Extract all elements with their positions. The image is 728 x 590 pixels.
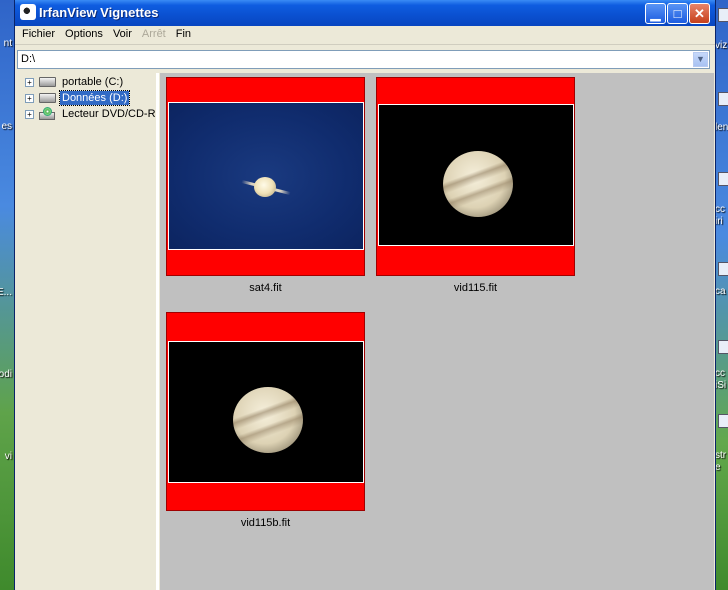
desktop-icon-label[interactable]: cc — [715, 204, 725, 215]
desktop-icon-label[interactable]: iSi — [715, 380, 726, 391]
path-value[interactable]: D:\ — [21, 53, 35, 65]
window-title: IrfanView Vignettes — [39, 5, 159, 20]
desktop-icon-label[interactable]: odi — [0, 369, 12, 380]
tree-item-label[interactable]: Données (D:) — [58, 90, 131, 106]
desktop-file-icon[interactable] — [718, 340, 728, 354]
expand-icon[interactable]: + — [25, 110, 34, 119]
tree-item-label[interactable]: Lecteur DVD/CD-RW — [60, 107, 155, 121]
desktop-right-edge: viz len cc iri ca cc iSi str e — [714, 0, 728, 590]
desktop-icon-label[interactable]: nt — [4, 38, 12, 49]
dvd-drive-icon — [39, 107, 55, 120]
hard-drive-icon — [39, 77, 56, 87]
thumbnail-frame[interactable] — [376, 77, 575, 276]
desktop-file-icon[interactable] — [718, 92, 728, 106]
irfanview-thumbnails-window: IrfanView Vignettes ▁ □ ✕ Fichier Options… — [14, 0, 716, 590]
desktop-file-icon[interactable] — [718, 8, 728, 22]
menu-fichier[interactable]: Fichier — [17, 27, 60, 41]
menu-options[interactable]: Options — [60, 27, 108, 41]
tree-item-donnees-d[interactable]: + Données (D:) — [21, 90, 155, 106]
minimize-button[interactable]: ▁ — [645, 3, 666, 24]
path-combobox[interactable]: D:\ ▼ — [17, 50, 710, 69]
jupiter-planet — [233, 387, 303, 453]
pane-splitter[interactable] — [155, 73, 159, 590]
desktop-file-icon[interactable] — [718, 172, 728, 186]
desktop-icon-label[interactable]: str — [715, 450, 726, 461]
expand-icon[interactable]: + — [25, 78, 34, 87]
jupiter-planet — [443, 151, 513, 217]
desktop-icon-label[interactable]: es — [1, 121, 12, 132]
thumbnail-image-jupiter[interactable] — [378, 104, 574, 246]
minimize-icon: ▁ — [650, 6, 661, 21]
desktop-icon-label[interactable]: viz — [715, 40, 727, 51]
desktop-file-icon[interactable] — [718, 262, 728, 276]
thumbnail-filename: sat4.fit — [249, 282, 282, 294]
desktop-icon-label[interactable]: cc — [715, 368, 725, 379]
thumbnail-filename: vid115.fit — [453, 282, 498, 294]
desktop-icon-label[interactable]: iri — [715, 216, 723, 227]
thumbnail-filename: vid115b.fit — [240, 517, 291, 529]
tree-item-label[interactable]: portable (C:) — [60, 75, 125, 89]
desktop-icon-label[interactable]: len — [715, 122, 728, 133]
maximize-icon: □ — [673, 6, 682, 21]
folder-tree[interactable]: + portable (C:) + Données (D:) + Lecteur… — [17, 73, 155, 590]
menu-voir[interactable]: Voir — [108, 27, 137, 41]
title-bar[interactable]: IrfanView Vignettes ▁ □ ✕ — [15, 0, 715, 26]
close-icon: ✕ — [694, 6, 705, 21]
hard-drive-icon — [39, 93, 56, 103]
saturn-planet — [254, 177, 276, 197]
desktop-icon-label[interactable]: ca — [715, 286, 726, 297]
tree-item-dvd-drive[interactable]: + Lecteur DVD/CD-RW — [21, 107, 155, 122]
maximize-button[interactable]: □ — [667, 3, 688, 24]
thumbnail-panel: sat4.fit vid115.fit vid115b.fit — [160, 73, 714, 590]
menu-bar: Fichier Options Voir Arrêt Fin — [15, 26, 715, 45]
thumbnail-frame[interactable] — [166, 77, 365, 276]
close-button[interactable]: ✕ — [689, 3, 710, 24]
irfanview-app-icon[interactable] — [20, 4, 36, 20]
menu-arret: Arrêt — [141, 28, 166, 40]
thumbnail-image-jupiter[interactable] — [168, 341, 364, 483]
thumbnail-frame[interactable] — [166, 312, 365, 511]
desktop-icon-label[interactable]: vi — [5, 451, 12, 462]
desktop-file-icon[interactable] — [718, 414, 728, 428]
tree-item-portable-c[interactable]: + portable (C:) — [21, 75, 155, 90]
chevron-down-icon[interactable]: ▼ — [693, 52, 708, 67]
expand-icon[interactable]: + — [25, 94, 34, 103]
desktop-left-edge: nt es E... odi vi — [0, 0, 14, 590]
desktop-icon-label[interactable]: E... — [0, 287, 12, 298]
thumbnail-image-saturn[interactable] — [168, 102, 364, 250]
menu-fin[interactable]: Fin — [171, 27, 196, 41]
